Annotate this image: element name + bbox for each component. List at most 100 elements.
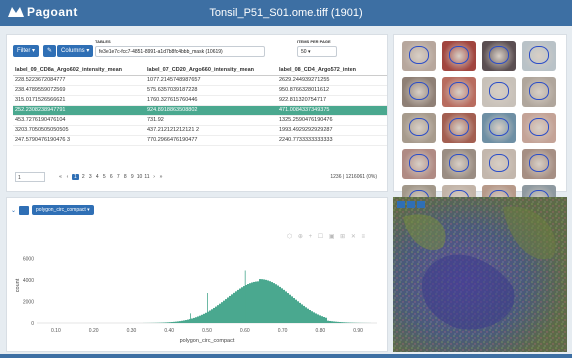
histogram-bar xyxy=(283,289,285,323)
histogram-spike xyxy=(218,308,220,323)
histogram-bar xyxy=(325,317,327,323)
columns-button[interactable]: Columns ▾ xyxy=(57,45,94,57)
histogram-bar xyxy=(315,313,317,323)
y-tick-label: 4000 xyxy=(23,278,34,284)
page-button[interactable]: 7 xyxy=(116,174,121,180)
cell-thumbnail[interactable] xyxy=(482,77,516,107)
histogram-bar xyxy=(195,317,197,323)
cell-outline xyxy=(409,154,429,172)
histogram-bar xyxy=(165,322,167,323)
histogram-bar xyxy=(199,315,201,323)
filter-button[interactable]: Filter ▾ xyxy=(13,45,40,57)
page-button[interactable]: » xyxy=(159,174,164,180)
histogram-bar xyxy=(331,321,333,323)
histogram-bar xyxy=(257,281,259,323)
cell-outline xyxy=(529,82,549,100)
histogram-bar xyxy=(297,301,299,323)
cell-thumbnail[interactable] xyxy=(522,149,556,179)
table-cell: 575.6357039187228 xyxy=(145,85,277,96)
histogram-bar xyxy=(329,320,331,323)
cell-outline xyxy=(489,118,509,136)
cell-thumbnail[interactable] xyxy=(442,149,476,179)
histogram-bar xyxy=(171,322,173,323)
table-row[interactable]: 453.7276190476104 731.92 1325.259047619047… xyxy=(13,115,387,126)
cell-thumbnail[interactable] xyxy=(522,113,556,143)
expand-icon[interactable] xyxy=(407,201,415,208)
cell-thumbnail[interactable] xyxy=(402,77,436,107)
cell-thumbnail[interactable] xyxy=(402,149,436,179)
histogram-bar xyxy=(211,309,213,323)
cell-thumbnail[interactable] xyxy=(482,41,516,71)
page-button[interactable]: ‹ xyxy=(65,174,70,180)
page-button[interactable]: 1 xyxy=(72,174,79,180)
page-button[interactable]: « xyxy=(58,174,63,180)
x-tick-label: 0.40 xyxy=(164,328,174,334)
page-button[interactable]: 8 xyxy=(123,174,128,180)
tables-select[interactable]: fe3e1e7c-fcc7-4851-8991-a1d7b8fc4bbb_mas… xyxy=(95,46,265,57)
cell-outline xyxy=(529,118,549,136)
table-cell: 1077.2145748987657 xyxy=(145,75,277,86)
items-per-page-select[interactable]: 50 ▾ xyxy=(297,46,337,57)
table-panel: Filter ▾ ✎ Columns ▾ TABLES fe3e1e7c-fcc… xyxy=(6,34,388,192)
cell-thumbnail[interactable] xyxy=(442,113,476,143)
table-cell: 453.7276190476104 xyxy=(13,115,145,126)
x-tick-label: 0.70 xyxy=(278,328,288,334)
page-button[interactable]: 11 xyxy=(144,174,149,180)
pointer-icon[interactable] xyxy=(397,201,405,208)
x-tick-label: 0.30 xyxy=(127,328,137,334)
page-button[interactable]: 4 xyxy=(95,174,100,180)
cell-thumbnail[interactable] xyxy=(442,77,476,107)
table-cell: 238.4789559072569 xyxy=(13,85,145,96)
histogram-bar xyxy=(317,314,319,323)
column-header[interactable]: label_09_CD8a_Argo602_intensity_mean xyxy=(13,65,145,76)
cell-outline xyxy=(449,46,469,64)
histogram-bar xyxy=(185,320,187,323)
cell-thumbnail[interactable] xyxy=(402,41,436,71)
x-tick-label: 0.20 xyxy=(89,328,99,334)
histogram-bar xyxy=(291,296,293,323)
cell-thumbnail[interactable] xyxy=(522,77,556,107)
cell-outline xyxy=(489,46,509,64)
cell-thumbnail[interactable] xyxy=(442,41,476,71)
histogram-bar xyxy=(307,308,309,323)
histogram-bar xyxy=(213,307,215,323)
histogram-bar xyxy=(219,303,221,323)
wrench-icon[interactable]: ✎ xyxy=(43,45,57,57)
layers-icon[interactable] xyxy=(417,201,425,208)
page-button[interactable]: 3 xyxy=(88,174,93,180)
histogram-bar xyxy=(201,314,203,323)
histogram-bar xyxy=(175,321,177,323)
table-row[interactable]: 252.2308238947791 924.8918863508802 471.00… xyxy=(13,105,387,116)
page-button[interactable]: 9 xyxy=(130,174,135,180)
table-cell: 950.8766328011612 xyxy=(277,85,387,96)
cell-thumbnail[interactable] xyxy=(482,113,516,143)
page-button[interactable]: 6 xyxy=(109,174,114,180)
cell-thumbnail[interactable] xyxy=(482,149,516,179)
column-header[interactable]: label_07_CD20_Argo660_intensity_mean xyxy=(145,65,277,76)
page-button[interactable]: › xyxy=(152,174,157,180)
page-button[interactable]: 5 xyxy=(102,174,107,180)
histogram-bar xyxy=(181,320,183,323)
histogram-bar xyxy=(259,279,261,323)
histogram-bar xyxy=(335,321,337,323)
page-button[interactable]: 10 xyxy=(137,174,143,180)
table-row[interactable]: 315.0171526566621 1760.327615760446 922.81… xyxy=(13,95,387,106)
histogram-bar xyxy=(339,322,341,323)
tables-label: TABLES xyxy=(95,39,111,44)
table-row[interactable]: 238.4789559072569 575.6357039187228 950.87… xyxy=(13,85,387,96)
table-row[interactable]: 3203.7050505050505 437.212121212121 2 1993… xyxy=(13,125,387,136)
cell-thumbnail[interactable] xyxy=(522,41,556,71)
table-row[interactable]: 228.5223672084777 1077.2145748987657 2629.… xyxy=(13,75,387,86)
histogram-bar xyxy=(293,298,295,323)
table-cell: 731.92 xyxy=(145,115,277,126)
page-input[interactable]: 1 xyxy=(15,172,45,182)
page-button[interactable]: 2 xyxy=(81,174,86,180)
y-axis-label: count xyxy=(15,278,21,292)
column-header[interactable]: label_08_CD4_Argo572_inten xyxy=(277,65,387,76)
image-viewer[interactable] xyxy=(393,197,567,352)
histogram-bar xyxy=(255,281,257,323)
histogram-bar xyxy=(231,294,233,323)
table-row[interactable]: 247.5790476190476 3 770.2966476190477 2240… xyxy=(13,135,387,146)
row-count: 1236 | 1216061 (0%) xyxy=(330,174,377,180)
cell-thumbnail[interactable] xyxy=(402,113,436,143)
